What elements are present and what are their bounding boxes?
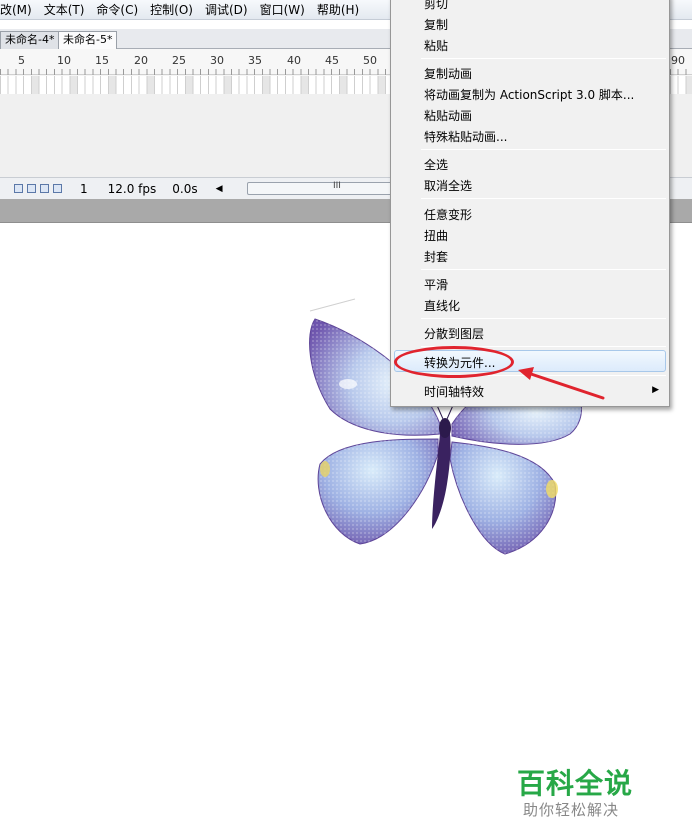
menu-item-distribute-to-layers[interactable]: 分散到图层	[424, 325, 484, 342]
ruler-number: 10	[57, 54, 71, 67]
tab-untitled-4[interactable]: 未命名-4*	[0, 31, 60, 49]
menu-item-copy[interactable]: 复制	[424, 16, 448, 33]
scroll-left-arrow-icon[interactable]: ◀	[216, 184, 223, 194]
menu-item-paste-motion-special[interactable]: 特殊粘贴动画...	[424, 128, 507, 145]
menu-item-copy-motion[interactable]: 复制动画	[424, 65, 472, 82]
menu-debug[interactable]: 调试(D)	[199, 1, 254, 18]
watermark-subtitle: 助你轻松解决	[523, 801, 620, 819]
menu-text[interactable]: 文本(T)	[38, 1, 91, 18]
onion-skin-icon[interactable]	[27, 184, 36, 193]
watermark-title: 百科全说	[517, 767, 634, 800]
ruler-number: 30	[210, 54, 224, 67]
frame-rate[interactable]: 12.0 fps	[108, 182, 157, 196]
menu-control[interactable]: 控制(O)	[144, 1, 199, 18]
menu-separator	[421, 58, 666, 59]
menu-separator	[421, 149, 666, 150]
ruler-number: 90	[671, 54, 685, 67]
center-frame-icon[interactable]	[14, 184, 23, 193]
menu-help[interactable]: 帮助(H)	[311, 1, 365, 18]
menu-item-timeline-effects[interactable]: 时间轴特效	[424, 383, 484, 400]
elapsed-time: 0.0s	[172, 181, 198, 196]
menu-commands[interactable]: 命令(C)	[90, 1, 144, 18]
watermark: 百科全说 助你轻松解决	[493, 744, 670, 828]
ruler-number: 50	[363, 54, 377, 67]
tab-untitled-5[interactable]: 未命名-5*	[58, 31, 118, 50]
menu-item-cut[interactable]: 剪切	[424, 0, 448, 12]
menu-item-straighten[interactable]: 直线化	[424, 297, 460, 314]
ruler-number: 25	[172, 54, 186, 67]
menu-modify[interactable]: 改(M)	[0, 1, 38, 18]
menu-item-smooth[interactable]: 平滑	[424, 276, 448, 293]
menu-item-distort[interactable]: 扭曲	[424, 227, 448, 244]
menu-item-paste-motion[interactable]: 粘贴动画	[424, 107, 472, 124]
menu-item-select-all[interactable]: 全选	[424, 156, 448, 173]
ruler-number: 45	[325, 54, 339, 67]
menu-separator	[421, 318, 666, 319]
menu-item-envelope[interactable]: 封套	[424, 248, 448, 265]
menu-separator	[421, 269, 666, 270]
submenu-arrow-icon: ▶	[652, 385, 659, 395]
annotation-circle	[394, 346, 514, 378]
edit-multiple-frames-icon[interactable]	[53, 184, 62, 193]
menu-item-copy-motion-as-actionscript[interactable]: 将动画复制为 ActionScript 3.0 脚本...	[424, 86, 634, 103]
menu-window[interactable]: 窗口(W)	[254, 1, 311, 18]
menu-item-paste[interactable]: 粘贴	[424, 37, 448, 54]
ruler-number: 15	[95, 54, 109, 67]
current-frame: 1	[80, 181, 88, 196]
scrollbar-grip[interactable]: III	[333, 181, 341, 191]
timeline-scrollbar[interactable]: III	[247, 181, 397, 195]
ruler-number: 35	[248, 54, 262, 67]
context-menu: 剪切 复制 粘贴 复制动画 将动画复制为 ActionScript 3.0 脚本…	[390, 0, 670, 407]
menu-item-deselect-all[interactable]: 取消全选	[424, 177, 472, 194]
menu-separator	[421, 198, 666, 199]
ruler-number: 40	[287, 54, 301, 67]
ruler-number: 20	[134, 54, 148, 67]
onion-outline-icon[interactable]	[40, 184, 49, 193]
menu-item-free-transform[interactable]: 任意变形	[424, 206, 472, 223]
ruler-number: 5	[18, 54, 25, 67]
